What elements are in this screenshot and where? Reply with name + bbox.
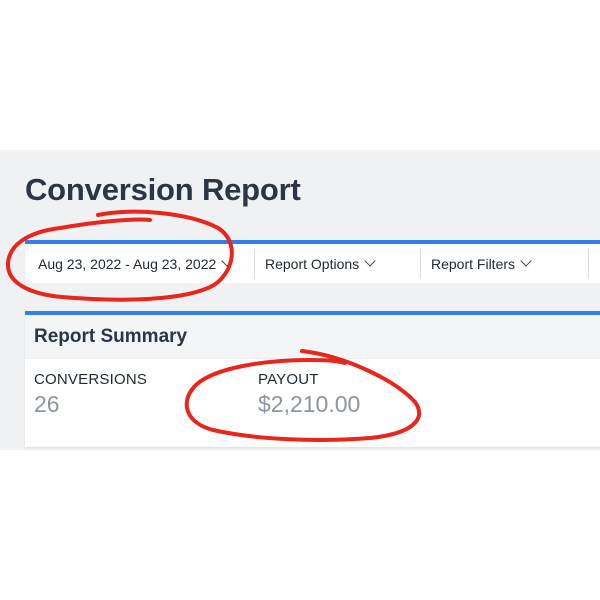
report-options-dropdown[interactable]: Report Options [254,248,420,279]
report-summary-card: Report Summary CONVERSIONS 26 PAYOUT $2,… [25,311,600,447]
metric-label: CONVERSIONS [34,371,148,388]
metric-conversions: CONVERSIONS 26 [34,371,147,418]
screenshot-stage: Conversion Report Aug 23, 2022 - Aug 23,… [0,0,600,600]
chevron-down-icon [520,255,532,267]
chevron-down-icon [221,255,233,267]
page-title: Conversion Report [25,172,301,207]
metric-label: PAYOUT [258,371,319,388]
chevron-down-icon [364,255,376,267]
date-range-label: Aug 23, 2022 - Aug 23, 2022 [38,255,217,272]
report-toolbar: Aug 23, 2022 - Aug 23, 2022 Report Optio… [25,240,600,283]
report-filters-dropdown[interactable]: Report Filters [420,248,588,279]
metric-value: 26 [34,391,60,417]
report-filters-label: Report Filters [431,255,516,272]
toolbar-overflow-item[interactable] [588,248,600,279]
metric-payout: PAYOUT $2,210.00 [258,371,360,418]
report-summary-title: Report Summary [25,315,600,359]
report-options-label: Report Options [265,255,360,272]
metric-value: $2,210.00 [258,391,361,417]
date-range-picker[interactable]: Aug 23, 2022 - Aug 23, 2022 [25,248,254,279]
